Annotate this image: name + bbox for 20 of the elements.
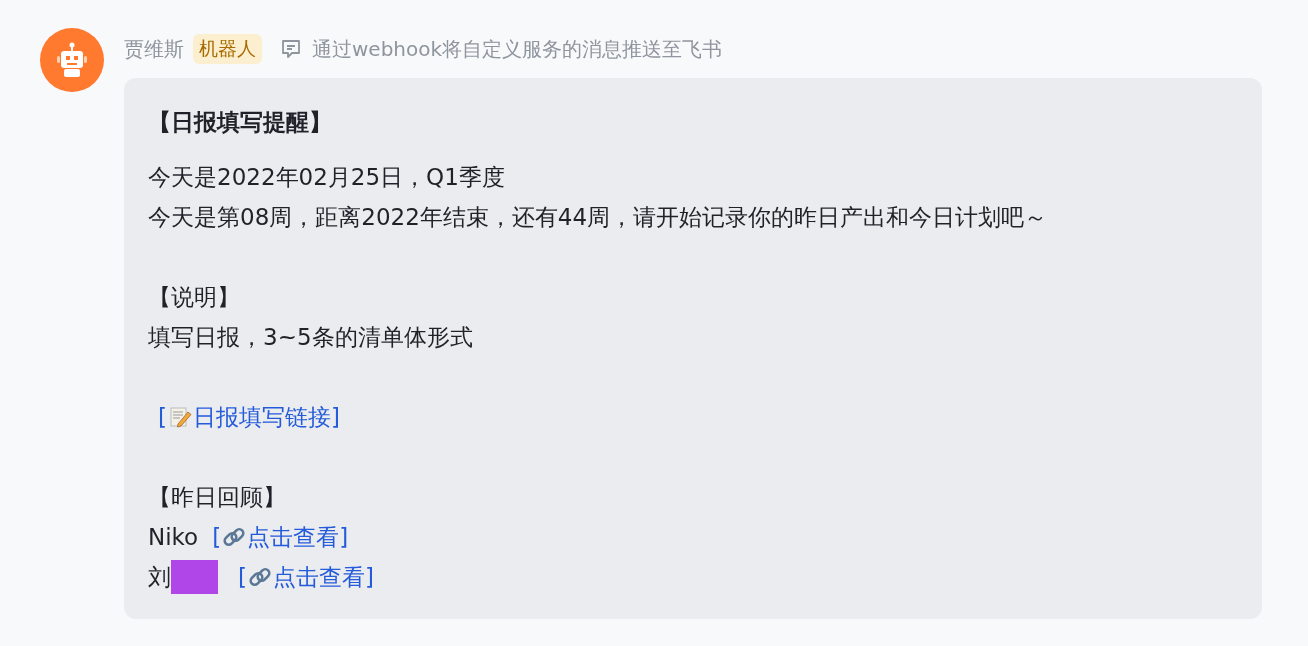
bot-description: 通过webhook将自定义服务的消息推送至飞书 [312,35,723,63]
message-text: 填写日报，3~5条的清单体形式 [148,323,474,352]
message-text: 今天是2022年02月25日，Q1季度 [148,163,506,192]
person-name: 刘 [148,563,171,592]
message-text: 【昨日回顾】 [148,483,287,512]
view-link[interactable]: [ 点击查看] [238,557,374,597]
report-link[interactable]: [ 日报填写链接] [158,397,340,437]
view-link[interactable]: [ 点击查看] [212,517,349,557]
message-text: 【说明】 [148,283,241,312]
robot-badge: 机器人 [193,34,262,64]
redaction-block [171,560,218,594]
memo-pencil-icon [168,405,192,429]
message-text: 今天是第08周，距离2022年结束，还有44周，请开始记录你的昨日产出和今日计划吧～ [148,203,1049,232]
robot-avatar-icon [40,28,104,92]
sender-name: 贾维斯 [124,35,184,63]
message-icon [280,38,302,60]
person-name: Niko [148,523,199,552]
link-icon [222,525,247,549]
message-title: 【日报填写提醒】 [148,108,333,137]
link-icon [248,565,272,589]
